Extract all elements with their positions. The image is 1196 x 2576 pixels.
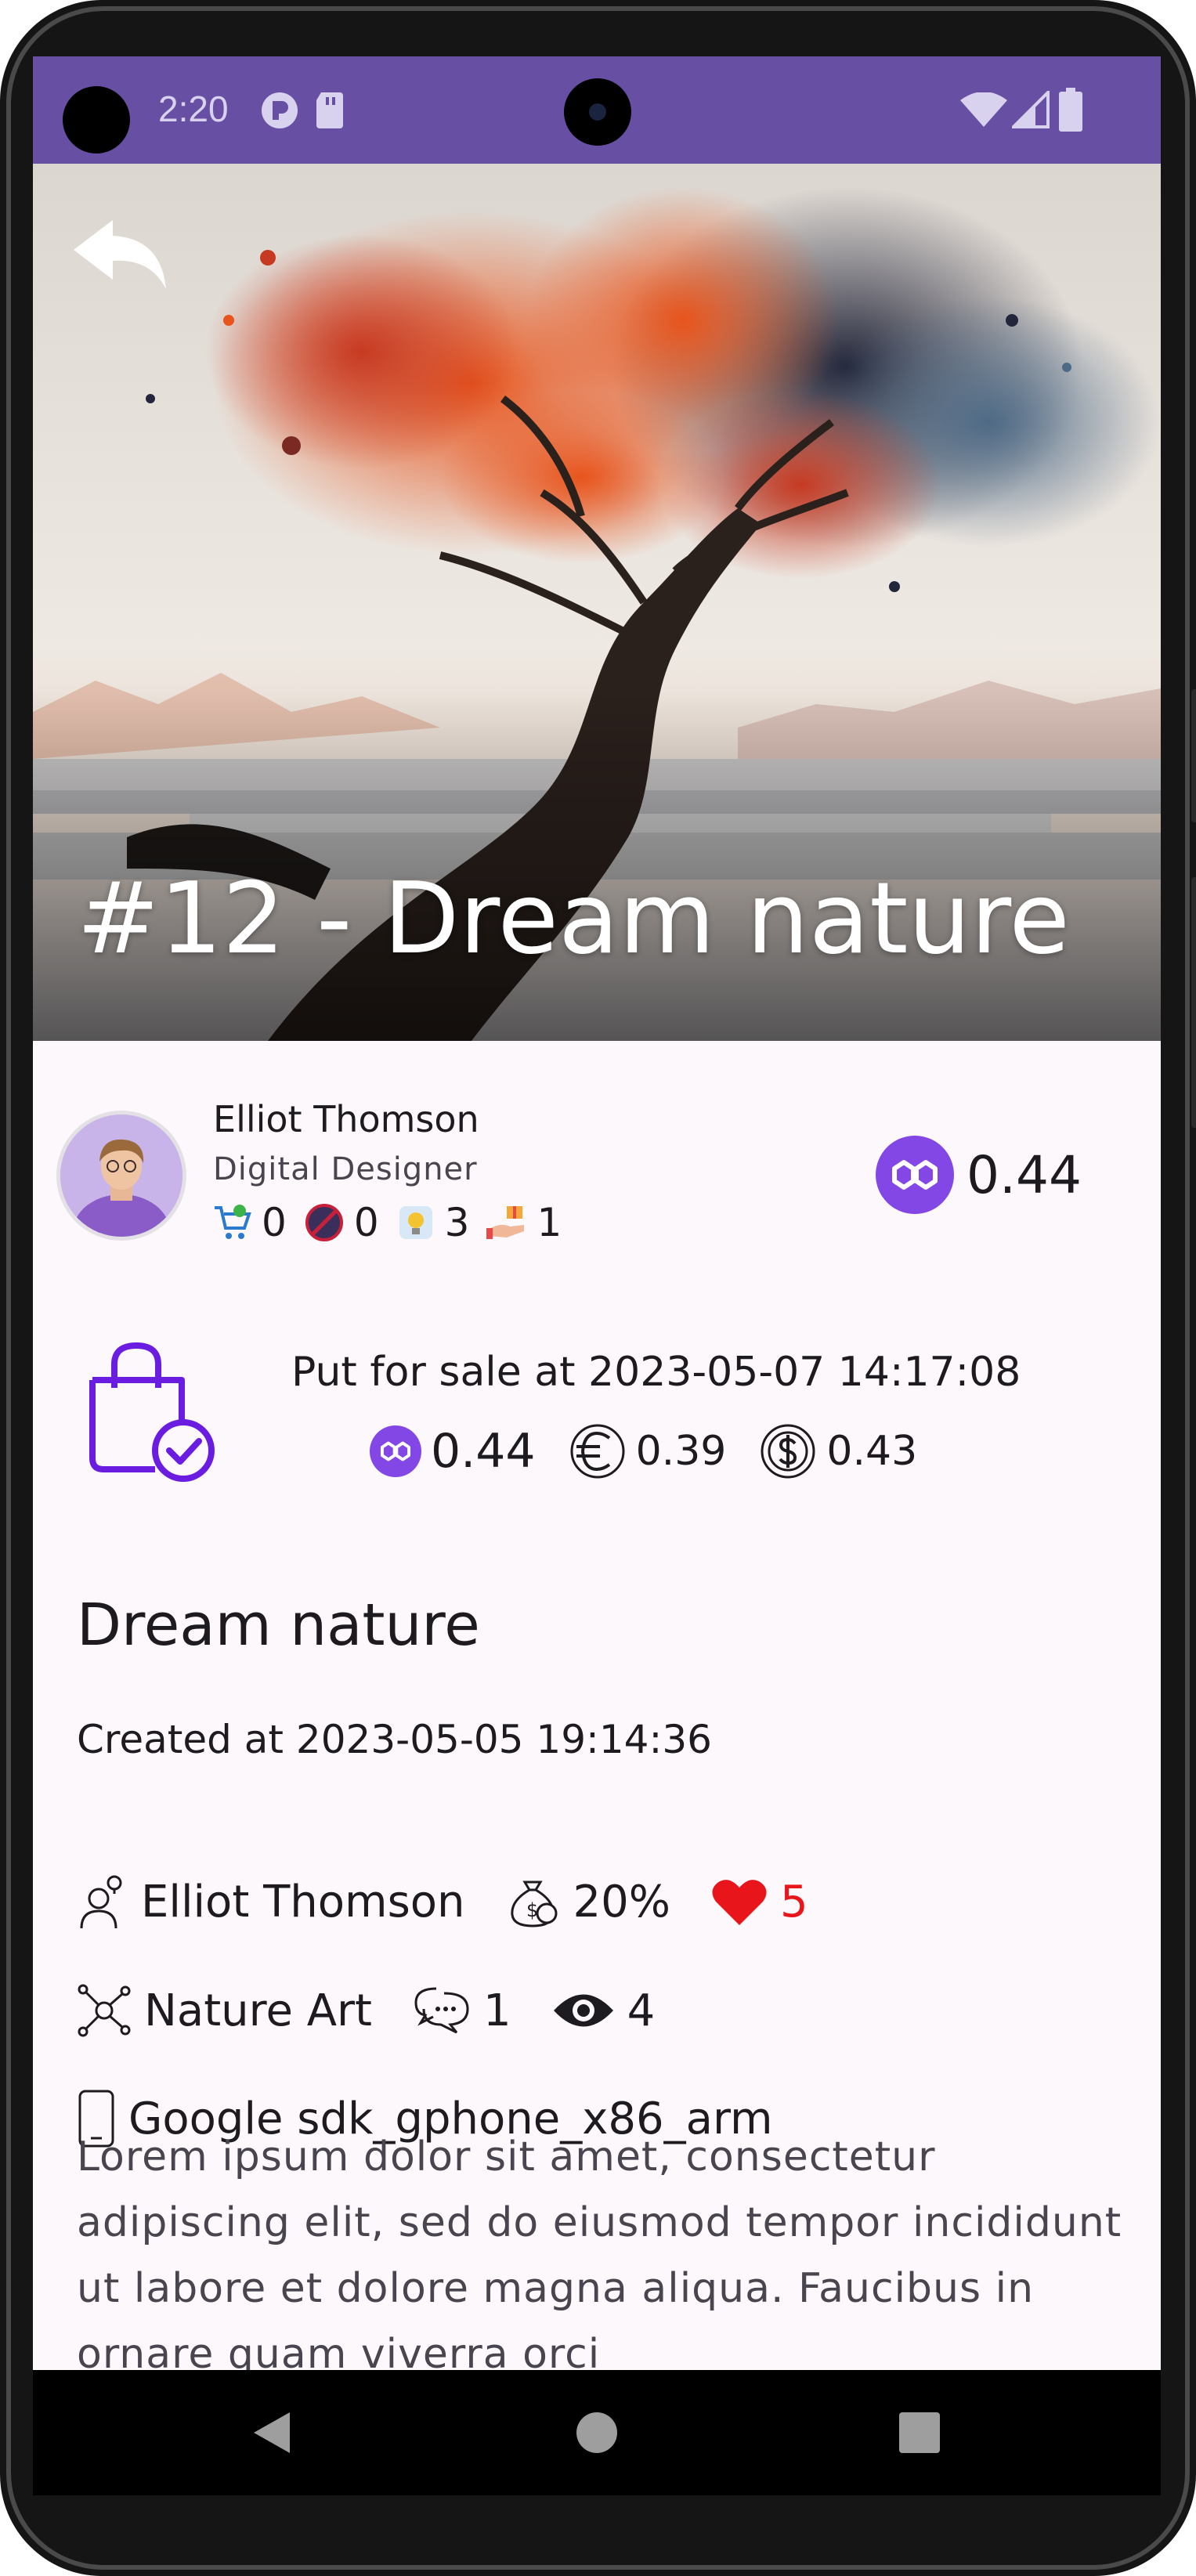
cell-signal-icon — [1010, 89, 1050, 132]
svg-text:$: $ — [526, 1899, 538, 1921]
stat-ideas: 3 — [396, 1200, 470, 1245]
polygon-icon — [876, 1136, 954, 1214]
artist-avatar[interactable] — [56, 1111, 186, 1241]
phone-frame: 2:20 #12 - Dream nature Elliot Thomson D… — [0, 0, 1196, 2576]
created-date: Created at 2023-05-05 19:14:36 — [77, 1717, 712, 1762]
square-recents-icon — [899, 2412, 940, 2453]
sale-price-eur: 0.39 — [569, 1422, 727, 1480]
nav-home-button[interactable] — [565, 2401, 628, 2464]
sale-price-eur-value: 0.39 — [635, 1428, 727, 1475]
current-price: 0.44 — [876, 1136, 1082, 1214]
sale-info: Put for sale at 2023-05-07 14:17:08 — [291, 1349, 1021, 1396]
euro-icon — [570, 1424, 625, 1479]
dollar-icon — [761, 1424, 815, 1479]
triangle-back-icon — [254, 2412, 290, 2453]
likes[interactable]: 5 — [711, 1877, 808, 1927]
creator-idea-icon — [80, 1875, 122, 1929]
shopping-bag-check-icon — [80, 1341, 221, 1485]
power-button — [1191, 877, 1196, 1128]
likes-count: 5 — [780, 1876, 808, 1927]
screen: 2:20 #12 - Dream nature Elliot Thomson D… — [33, 56, 1161, 2495]
stat-purchases-value: 0 — [262, 1200, 287, 1245]
money-bag-icon: $ — [510, 1881, 558, 1927]
comments[interactable]: 1 — [413, 1985, 511, 2036]
battery-icon — [1059, 88, 1082, 135]
category[interactable]: Nature Art — [77, 1983, 372, 2038]
category-name: Nature Art — [144, 1985, 372, 2036]
circle-home-icon — [576, 2412, 617, 2453]
network-icon — [78, 1984, 131, 2037]
stat-ideas-value: 3 — [444, 1200, 470, 1245]
stat-gifts-value: 1 — [537, 1200, 562, 1245]
current-price-value: 0.44 — [967, 1144, 1082, 1205]
detail-row-category: Nature Art 1 4 — [77, 1983, 696, 2038]
wifi-icon — [960, 92, 1007, 132]
nft-description: Lorem ipsum dolor sit amet, consectetur … — [77, 2133, 1122, 2378]
views-count: 4 — [627, 1985, 656, 2036]
back-button[interactable] — [67, 214, 177, 300]
detail-row-creator: Elliot Thomson $ 20% 5 — [77, 1873, 849, 1930]
stat-purchases: 0 — [213, 1200, 287, 1245]
nav-recents-button[interactable] — [888, 2401, 951, 2464]
notification-app-icon — [260, 91, 299, 133]
creator[interactable]: Elliot Thomson — [77, 1873, 465, 1930]
sale-price-matic: 0.44 — [370, 1424, 536, 1479]
no-entry-icon — [305, 1204, 343, 1241]
camera-cutout-left — [63, 86, 130, 154]
artist-stats: 0 0 3 1 — [213, 1200, 579, 1245]
sale-price-usd: 0.43 — [759, 1422, 917, 1480]
artist-role: Digital Designer — [213, 1151, 478, 1187]
creator-name: Elliot Thomson — [141, 1876, 465, 1927]
camera-cutout — [564, 78, 631, 146]
sale-price-usd-value: 0.43 — [826, 1428, 918, 1475]
hand-gift-icon — [486, 1206, 525, 1239]
royalty-value: 20% — [573, 1876, 670, 1927]
stat-gifts: 1 — [486, 1200, 562, 1245]
sale-price-matic-value: 0.44 — [431, 1424, 536, 1479]
heart-icon — [712, 1880, 767, 1925]
royalty: $ 20% — [506, 1874, 670, 1929]
sd-card-icon — [315, 91, 346, 133]
comments-count: 1 — [483, 1985, 511, 2036]
polygon-icon — [370, 1425, 421, 1477]
views: 4 — [552, 1985, 656, 2036]
eye-icon — [553, 1994, 613, 2027]
nav-back-button[interactable] — [243, 2401, 305, 2464]
comments-icon — [414, 1987, 469, 2034]
nft-artwork-image: #12 - Dream nature — [33, 164, 1161, 1041]
nft-name: Dream nature — [77, 1591, 480, 1659]
idea-icon — [399, 1206, 432, 1239]
cart-icon — [215, 1205, 251, 1239]
stat-blocked-value: 0 — [353, 1200, 379, 1245]
status-time: 2:20 — [158, 89, 229, 129]
artist-name[interactable]: Elliot Thomson — [213, 1098, 479, 1140]
reply-arrow-icon — [74, 220, 166, 289]
volume-button — [1191, 689, 1196, 822]
stat-blocked: 0 — [304, 1200, 379, 1245]
sale-prices: 0.44 0.39 0.43 — [370, 1422, 950, 1480]
navigation-bar — [33, 2370, 1161, 2495]
nft-title-overlay: #12 - Dream nature — [77, 861, 1070, 976]
status-bar: 2:20 — [33, 56, 1161, 164]
